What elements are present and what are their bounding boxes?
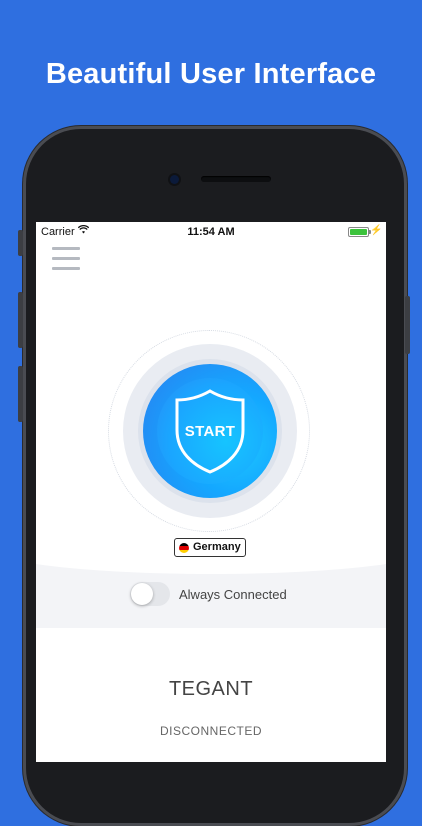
mute-switch [18,230,23,256]
country-selector[interactable]: Germany [174,538,246,557]
volume-up-button [18,292,23,348]
volume-down-button [18,366,23,422]
charging-icon: ⚡ [370,225,383,236]
battery-icon [348,227,371,237]
toggle-knob [131,583,153,605]
front-camera [170,175,179,184]
hamburger-menu-icon[interactable] [52,247,80,271]
earpiece-speaker [201,176,271,182]
power-button [405,296,410,354]
start-label: START [184,423,236,440]
app-name: TEGANT [168,678,254,700]
connection-status: DISCONNECTED [159,724,262,738]
status-bar: Carrier 11:54 AM ⚡ [36,222,386,242]
app-screen: Carrier 11:54 AM ⚡ START Germany Always … [36,222,386,762]
start-button[interactable]: START [143,364,277,498]
clock: 11:54 AM [187,226,235,238]
country-label: Germany [193,541,241,553]
promo-headline: Beautiful User Interface [45,58,377,90]
always-connected-label: Always Connected [179,587,287,602]
germany-flag-icon [179,543,189,553]
always-connected-toggle[interactable] [130,582,170,606]
